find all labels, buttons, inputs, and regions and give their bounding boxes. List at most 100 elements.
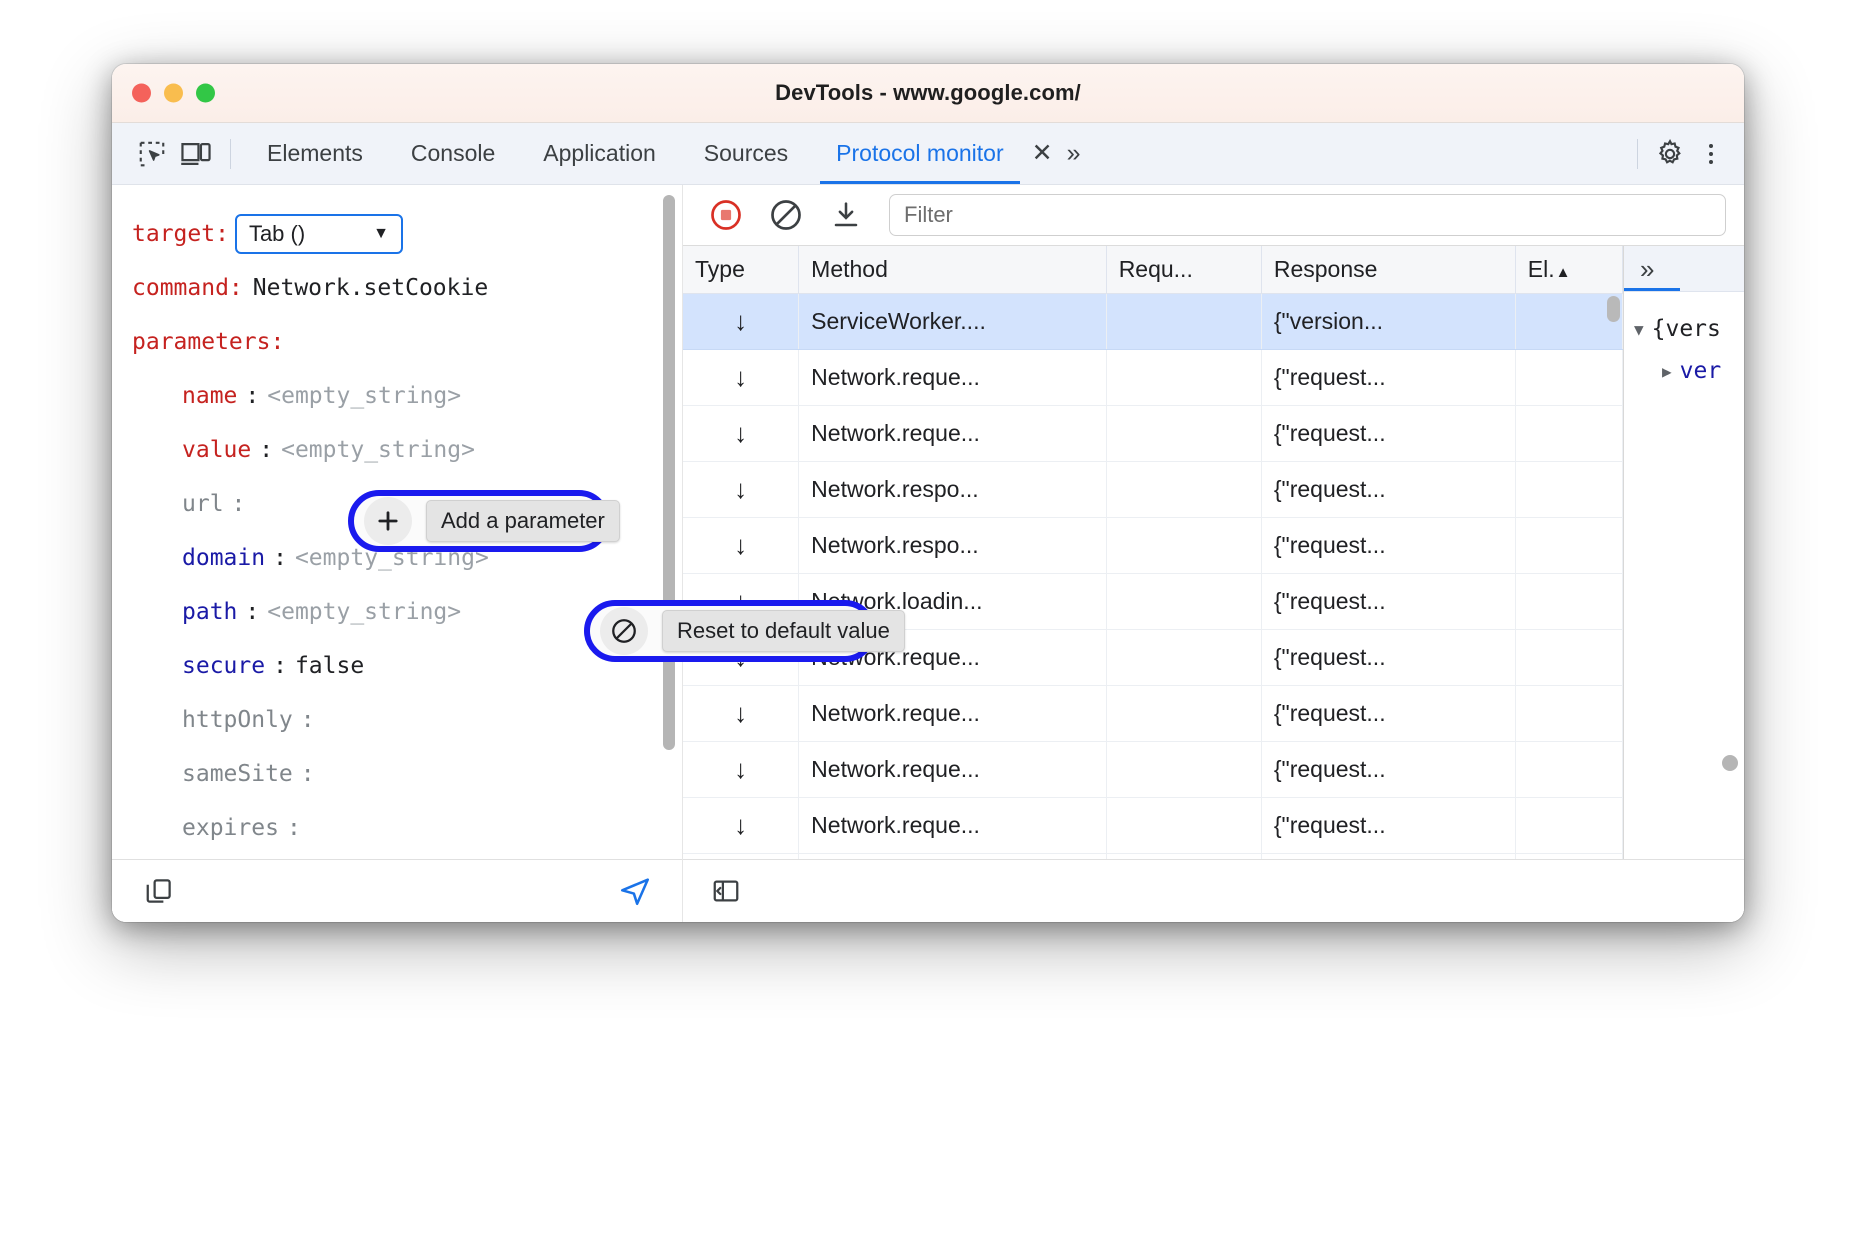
grid-scrollbar-thumb[interactable] bbox=[1607, 296, 1620, 322]
param-key-expires: expires bbox=[182, 815, 279, 841]
editor-scrollbar-thumb[interactable] bbox=[663, 195, 675, 750]
cell-request bbox=[1106, 350, 1261, 406]
no-entry-icon[interactable] bbox=[600, 607, 648, 655]
param-key-path: path bbox=[182, 599, 237, 625]
details-scrollbar-thumb[interactable] bbox=[1722, 755, 1738, 771]
cell-type: ↓ bbox=[683, 854, 799, 860]
triangle-down-icon[interactable]: ▼ bbox=[1634, 320, 1644, 339]
cell-elapsed bbox=[1515, 518, 1622, 574]
command-row[interactable]: command: Network.setCookie bbox=[112, 261, 682, 315]
panel-tabs: Elements Console Application Sources Pro… bbox=[243, 123, 1093, 184]
inspect-element-icon[interactable] bbox=[130, 132, 174, 176]
minimize-window-button[interactable] bbox=[164, 84, 183, 103]
tooltip-reset-to-default: Reset to default value bbox=[662, 610, 905, 652]
param-colon: : bbox=[245, 383, 259, 409]
table-row[interactable]: ↓ Network.reque... {"request... bbox=[683, 798, 1623, 854]
column-header-method[interactable]: Method bbox=[799, 246, 1107, 294]
cell-method: Network.respo... bbox=[799, 518, 1107, 574]
close-window-button[interactable] bbox=[132, 84, 151, 103]
cell-response: {"request... bbox=[1261, 742, 1515, 798]
table-row[interactable]: ↓ Network.reque... {"request... bbox=[683, 350, 1623, 406]
param-row-samesite[interactable]: sameSite : bbox=[112, 747, 682, 801]
table-row[interactable]: ↓ Network.reque... {"request... bbox=[683, 742, 1623, 798]
send-icon[interactable] bbox=[614, 870, 656, 912]
tab-application[interactable]: Application bbox=[519, 123, 680, 184]
details-json-tree: ▼ {vers ▶ ver bbox=[1624, 292, 1744, 859]
param-colon: : bbox=[273, 653, 287, 679]
cell-request bbox=[1106, 518, 1261, 574]
kebab-menu-icon[interactable] bbox=[1692, 135, 1730, 173]
cell-request bbox=[1106, 462, 1261, 518]
table-row[interactable]: ↓ ServiceWorker.... {"version... bbox=[683, 294, 1623, 350]
gear-icon[interactable] bbox=[1648, 132, 1692, 176]
cell-response: {"request... bbox=[1261, 630, 1515, 686]
screenshot-root: DevTools - www.google.com/ Elements bbox=[0, 0, 1856, 1242]
maximize-window-button[interactable] bbox=[196, 84, 215, 103]
column-header-elapsed[interactable]: El.▲ bbox=[1515, 246, 1622, 294]
tab-sources[interactable]: Sources bbox=[680, 123, 812, 184]
target-select[interactable]: Tab () ▼ bbox=[235, 214, 403, 254]
command-label: command: bbox=[132, 275, 243, 301]
table-row[interactable]: ↓ Network.reque... {"request... bbox=[683, 686, 1623, 742]
record-stop-button[interactable] bbox=[705, 194, 747, 236]
toolbar-divider-right bbox=[1637, 139, 1638, 169]
param-value-secure[interactable]: false bbox=[295, 653, 364, 679]
param-key-secure: secure bbox=[182, 653, 265, 679]
cell-elapsed bbox=[1515, 630, 1622, 686]
param-value-name[interactable]: <empty_string> bbox=[267, 383, 461, 409]
callout-reset-to-default: Reset to default value bbox=[584, 600, 876, 662]
chevron-down-icon: ▼ bbox=[373, 225, 389, 243]
cell-method: ServiceWorker.... bbox=[799, 294, 1107, 350]
tab-console[interactable]: Console bbox=[387, 123, 519, 184]
column-header-response[interactable]: Response bbox=[1261, 246, 1515, 294]
column-header-request[interactable]: Requ... bbox=[1106, 246, 1261, 294]
table-row[interactable]: ↓ Network.respo... {"request... bbox=[683, 462, 1623, 518]
tab-protocol-monitor[interactable]: Protocol monitor bbox=[812, 123, 1027, 184]
copy-icon[interactable] bbox=[138, 870, 180, 912]
clear-button[interactable] bbox=[765, 194, 807, 236]
param-row-expires[interactable]: expires : bbox=[112, 801, 682, 855]
tooltip-add-parameter: Add a parameter bbox=[426, 500, 620, 542]
table-row[interactable]: ↓ Network.respo... {"request... bbox=[683, 518, 1623, 574]
protocol-monitor-toolbar bbox=[683, 185, 1744, 245]
column-header-type[interactable]: Type bbox=[683, 246, 799, 294]
close-tab-icon[interactable]: ✕ bbox=[1032, 141, 1053, 166]
parameters-label: parameters: bbox=[132, 329, 284, 355]
cell-type: ↓ bbox=[683, 462, 799, 518]
cell-type: ↓ bbox=[683, 798, 799, 854]
more-tabs-icon[interactable]: » bbox=[1055, 141, 1093, 166]
param-value-value[interactable]: <empty_string> bbox=[281, 437, 475, 463]
device-toolbar-icon[interactable] bbox=[174, 132, 218, 176]
param-row-priority[interactable]: priority : bbox=[112, 855, 682, 859]
triangle-right-icon[interactable]: ▶ bbox=[1662, 362, 1672, 381]
cell-method: Network.reque... bbox=[799, 686, 1107, 742]
cell-method: Network.respo bbox=[799, 854, 1107, 860]
cell-type: ↓ bbox=[683, 742, 799, 798]
param-row-httponly[interactable]: httpOnly : bbox=[112, 693, 682, 747]
cell-response: {"request... bbox=[1261, 798, 1515, 854]
protocol-monitor-details: » ▼ {vers ▶ ver bbox=[1624, 246, 1744, 859]
param-row-value[interactable]: value : <empty_string> bbox=[112, 423, 682, 477]
parameters-row: parameters: bbox=[112, 315, 682, 369]
table-body: ↓ ServiceWorker.... {"version... ↓ Netwo… bbox=[683, 294, 1623, 860]
param-colon: : bbox=[301, 707, 315, 733]
download-button[interactable] bbox=[825, 194, 867, 236]
table-row[interactable]: ↓ Network.reque... {"request... bbox=[683, 406, 1623, 462]
cell-type: ↓ bbox=[683, 406, 799, 462]
target-select-value: Tab () bbox=[249, 221, 305, 247]
param-value-path[interactable]: <empty_string> bbox=[267, 599, 461, 625]
cell-elapsed bbox=[1515, 574, 1622, 630]
target-row: target: Tab () ▼ bbox=[112, 207, 682, 261]
param-row-name[interactable]: name : <empty_string> bbox=[112, 369, 682, 423]
param-colon: : bbox=[273, 545, 287, 571]
show-sidebar-icon[interactable] bbox=[705, 870, 747, 912]
tab-elements[interactable]: Elements bbox=[243, 123, 387, 184]
plus-icon[interactable] bbox=[364, 497, 412, 545]
table-row[interactable]: ↓ Network.respo {"request bbox=[683, 854, 1623, 860]
json-tree-row[interactable]: ▼ {vers bbox=[1634, 308, 1744, 350]
filter-input[interactable] bbox=[889, 194, 1726, 236]
json-tree-row[interactable]: ▶ ver bbox=[1634, 350, 1744, 392]
more-tabs-icon[interactable]: » bbox=[1640, 256, 1654, 282]
traffic-light-buttons bbox=[132, 84, 215, 103]
protocol-monitor-footer bbox=[683, 859, 1744, 922]
